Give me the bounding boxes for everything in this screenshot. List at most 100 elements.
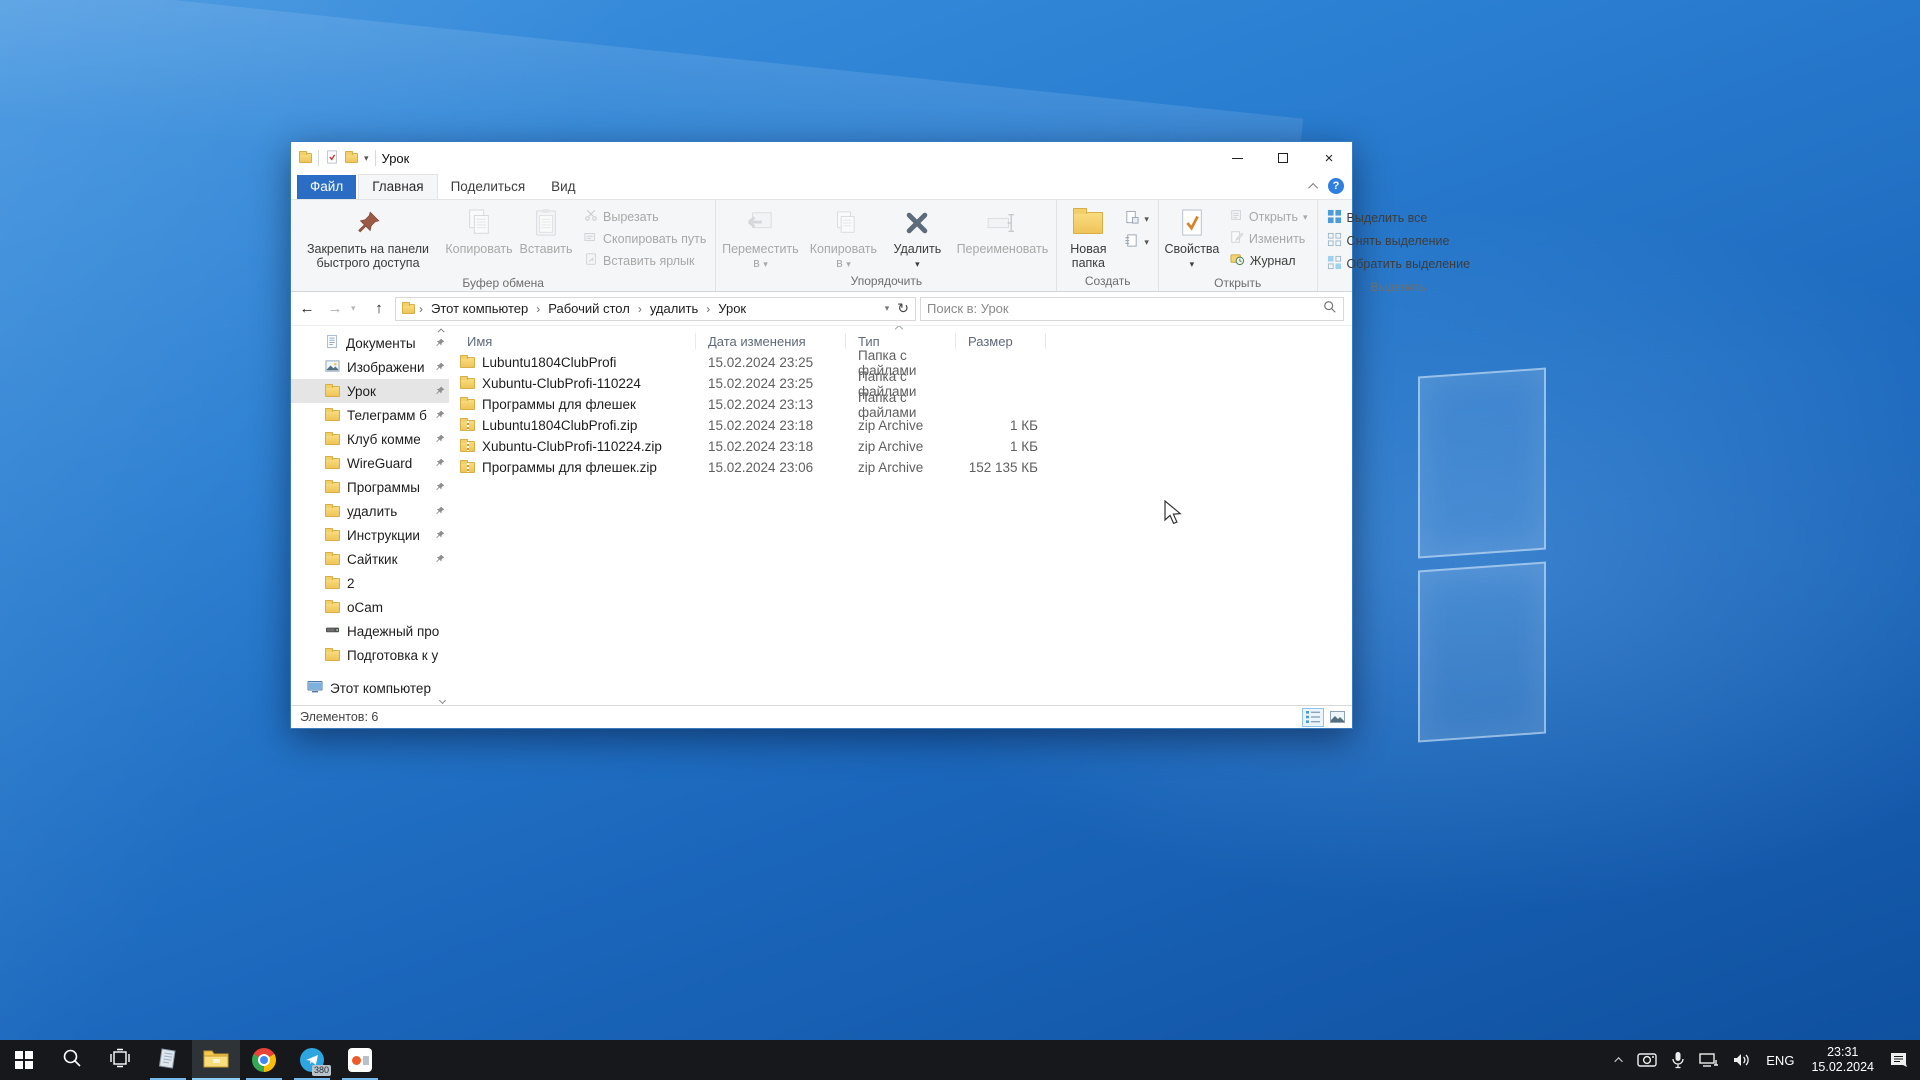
help-icon[interactable]: ? [1328,178,1344,194]
recent-locations-icon[interactable]: ▾ [351,303,363,314]
new-folder-quick-icon[interactable] [345,153,358,163]
invert-selection-button[interactable]: Обратить выделение [1324,254,1473,274]
taskbar-ocam-button[interactable] [336,1040,384,1080]
tab-share[interactable]: Поделиться [438,175,539,199]
copy-to-button[interactable]: Копировать в ▾ [802,202,884,273]
column-header-size[interactable]: Размер [956,333,1046,349]
tab-file[interactable]: Файл [297,175,356,199]
sidebar-item-2[interactable]: 2 [291,571,449,595]
sidebar-item-video[interactable]: Видео [291,700,449,705]
sidebar-item-pictures[interactable]: Изображени [291,355,449,379]
recorder-tray-icon[interactable] [1630,1040,1664,1080]
refresh-icon[interactable]: ↻ [897,300,909,317]
taskbar-search-button[interactable] [48,1040,96,1080]
select-none-button[interactable]: Снять выделение [1324,231,1473,251]
language-indicator[interactable]: ENG [1758,1053,1802,1068]
rename-button[interactable]: Переименовать [950,202,1054,273]
properties-button[interactable]: Свойства▾ [1161,202,1223,275]
file-row[interactable]: Xubuntu-ClubProfi-110224.zip 15.02.2024 … [449,436,1352,457]
sidebar-item-telegram[interactable]: Телеграмм б [291,403,449,427]
properties-quick-icon[interactable] [325,150,339,167]
address-dropdown-icon[interactable]: ▾ [885,303,890,314]
minimize-button[interactable] [1214,142,1260,174]
sidebar-item-klub[interactable]: Клуб комме [291,427,449,451]
tab-view[interactable]: Вид [538,175,588,199]
new-folder-button[interactable]: Новая папка [1059,202,1117,273]
easy-access-button[interactable]: ▾ [1121,232,1152,252]
sidebar-item-udalit[interactable]: удалить [291,499,449,523]
folder-icon [325,602,340,613]
scroll-down-icon[interactable] [439,697,446,704]
tab-home[interactable]: Главная [358,174,437,199]
sidebar-item-podgotovka[interactable]: Подготовка к у [291,643,449,667]
sidebar-item-wireguard[interactable]: WireGuard [291,451,449,475]
scroll-up-icon[interactable] [438,328,445,335]
open-button[interactable]: Открыть ▾ [1227,207,1311,226]
file-row[interactable]: Lubuntu1804ClubProfi.zip 15.02.2024 23:1… [449,415,1352,436]
paste-button[interactable]: Вставить [515,202,577,275]
back-button[interactable]: ← [295,297,319,321]
taskbar-notepad-button[interactable] [144,1040,192,1080]
taskbar-clock[interactable]: 23:31 15.02.2024 [1802,1045,1883,1075]
column-header-date[interactable]: Дата изменения [696,333,846,349]
copy-button[interactable]: Копировать [443,202,515,275]
file-row[interactable]: Программы для флешек 15.02.2024 23:13 Па… [449,394,1352,415]
title-bar[interactable]: ▾ Урок × [291,142,1352,174]
taskbar-chrome-button[interactable] [240,1040,288,1080]
close-button[interactable]: × [1306,142,1352,174]
sidebar-scrollbar[interactable] [436,326,449,705]
qat-dropdown-icon[interactable]: ▾ [364,153,369,164]
delete-button[interactable]: Удалить▾ [884,202,950,273]
network-icon[interactable] [1692,1040,1726,1080]
move-to-button[interactable]: Переместить в ▾ [718,202,802,273]
pin-to-quick-access-button[interactable]: Закрепить на панели быстрого доступа [293,202,443,275]
action-center-icon[interactable] [1883,1040,1920,1080]
breadcrumb-this-pc[interactable]: Этот компьютер [427,299,532,318]
sidebar-item-instrukcii[interactable]: Инструкции [291,523,449,547]
sidebar-item-programmy[interactable]: Программы [291,475,449,499]
sidebar-item-this-pc[interactable]: Этот компьютер [291,676,449,700]
edit-button[interactable]: Изменить [1227,229,1311,248]
forward-button[interactable]: → [323,297,347,321]
sidebar-item-documents[interactable]: Документы [291,331,449,355]
details-view-button[interactable] [1302,708,1324,727]
copy-path-button[interactable]: Скопировать путь [581,229,709,248]
sidebar-item-label: Инструкции [347,528,428,543]
start-button[interactable] [0,1040,48,1080]
breadcrumb[interactable]: › Этот компьютер › Рабочий стол › удалит… [395,297,916,321]
sidebar-item-urok[interactable]: Урок [291,379,449,403]
sidebar-item-sajtkik[interactable]: Сайткик [291,547,449,571]
microphone-icon[interactable] [1664,1040,1692,1080]
file-size: 152 135 КБ [956,460,1046,475]
task-view-button[interactable] [96,1040,144,1080]
select-all-button[interactable]: Выделить все [1324,208,1473,228]
sidebar-item-nadezhny[interactable]: Надежный про [291,619,449,643]
collapse-ribbon-icon[interactable] [1308,182,1318,192]
new-item-button[interactable]: ▾ [1121,209,1152,229]
clock-date: 15.02.2024 [1811,1060,1874,1074]
volume-icon[interactable] [1726,1040,1758,1080]
breadcrumb-udalit[interactable]: удалить [646,299,702,318]
column-header-type[interactable]: Тип [846,333,956,349]
button-label: Обратить выделение [1347,257,1470,271]
tray-expand-icon[interactable] [1610,1040,1630,1080]
paste-shortcut-button[interactable]: Вставить ярлык [581,251,709,270]
document-icon [325,334,339,352]
taskbar-telegram-button[interactable]: 380 [288,1040,336,1080]
taskbar-explorer-button[interactable] [192,1040,240,1080]
cut-button[interactable]: Вырезать [581,207,709,226]
sidebar-item-ocam[interactable]: oCam [291,595,449,619]
large-icons-view-button[interactable] [1326,708,1348,727]
up-button[interactable]: ↑ [367,297,391,321]
history-button[interactable]: Журнал [1227,251,1311,270]
file-date: 15.02.2024 23:13 [696,397,846,412]
file-row[interactable]: Программы для флешек.zip 15.02.2024 23:0… [449,457,1352,478]
button-label: Копировать в ▾ [807,242,879,270]
breadcrumb-urok[interactable]: Урок [714,299,750,318]
search-input[interactable] [927,301,1323,316]
search-icon[interactable] [1323,300,1337,317]
copy-icon [465,206,493,240]
breadcrumb-desktop[interactable]: Рабочий стол [544,299,634,318]
column-header-name[interactable]: Имя [449,333,696,349]
maximize-button[interactable] [1260,142,1306,174]
